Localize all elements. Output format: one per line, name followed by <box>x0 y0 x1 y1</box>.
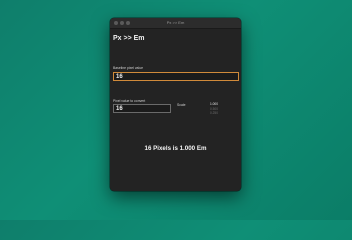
scale-option[interactable]: 0.250 <box>210 111 218 116</box>
baseline-input[interactable]: 16 <box>113 72 239 81</box>
app-window: Px >> Em Px >> Em Baseline pixel value 1… <box>110 18 241 191</box>
window-title: Px >> Em <box>166 20 185 25</box>
convert-label: Pixel value to convert <box>113 99 146 103</box>
convert-input[interactable]: 16 <box>113 104 171 113</box>
scale-option[interactable]: 1.000 <box>210 102 218 107</box>
result-text: 16 Pixels is 1.000 Em <box>144 145 207 152</box>
scale-picker[interactable]: 1.000 0.500 0.250 <box>210 102 218 116</box>
title-bar[interactable]: Px >> Em <box>110 18 241 29</box>
app-heading: Px >> Em <box>113 35 145 42</box>
scale-label: Scale <box>177 103 186 107</box>
baseline-label: Baseline pixel value <box>113 66 143 70</box>
